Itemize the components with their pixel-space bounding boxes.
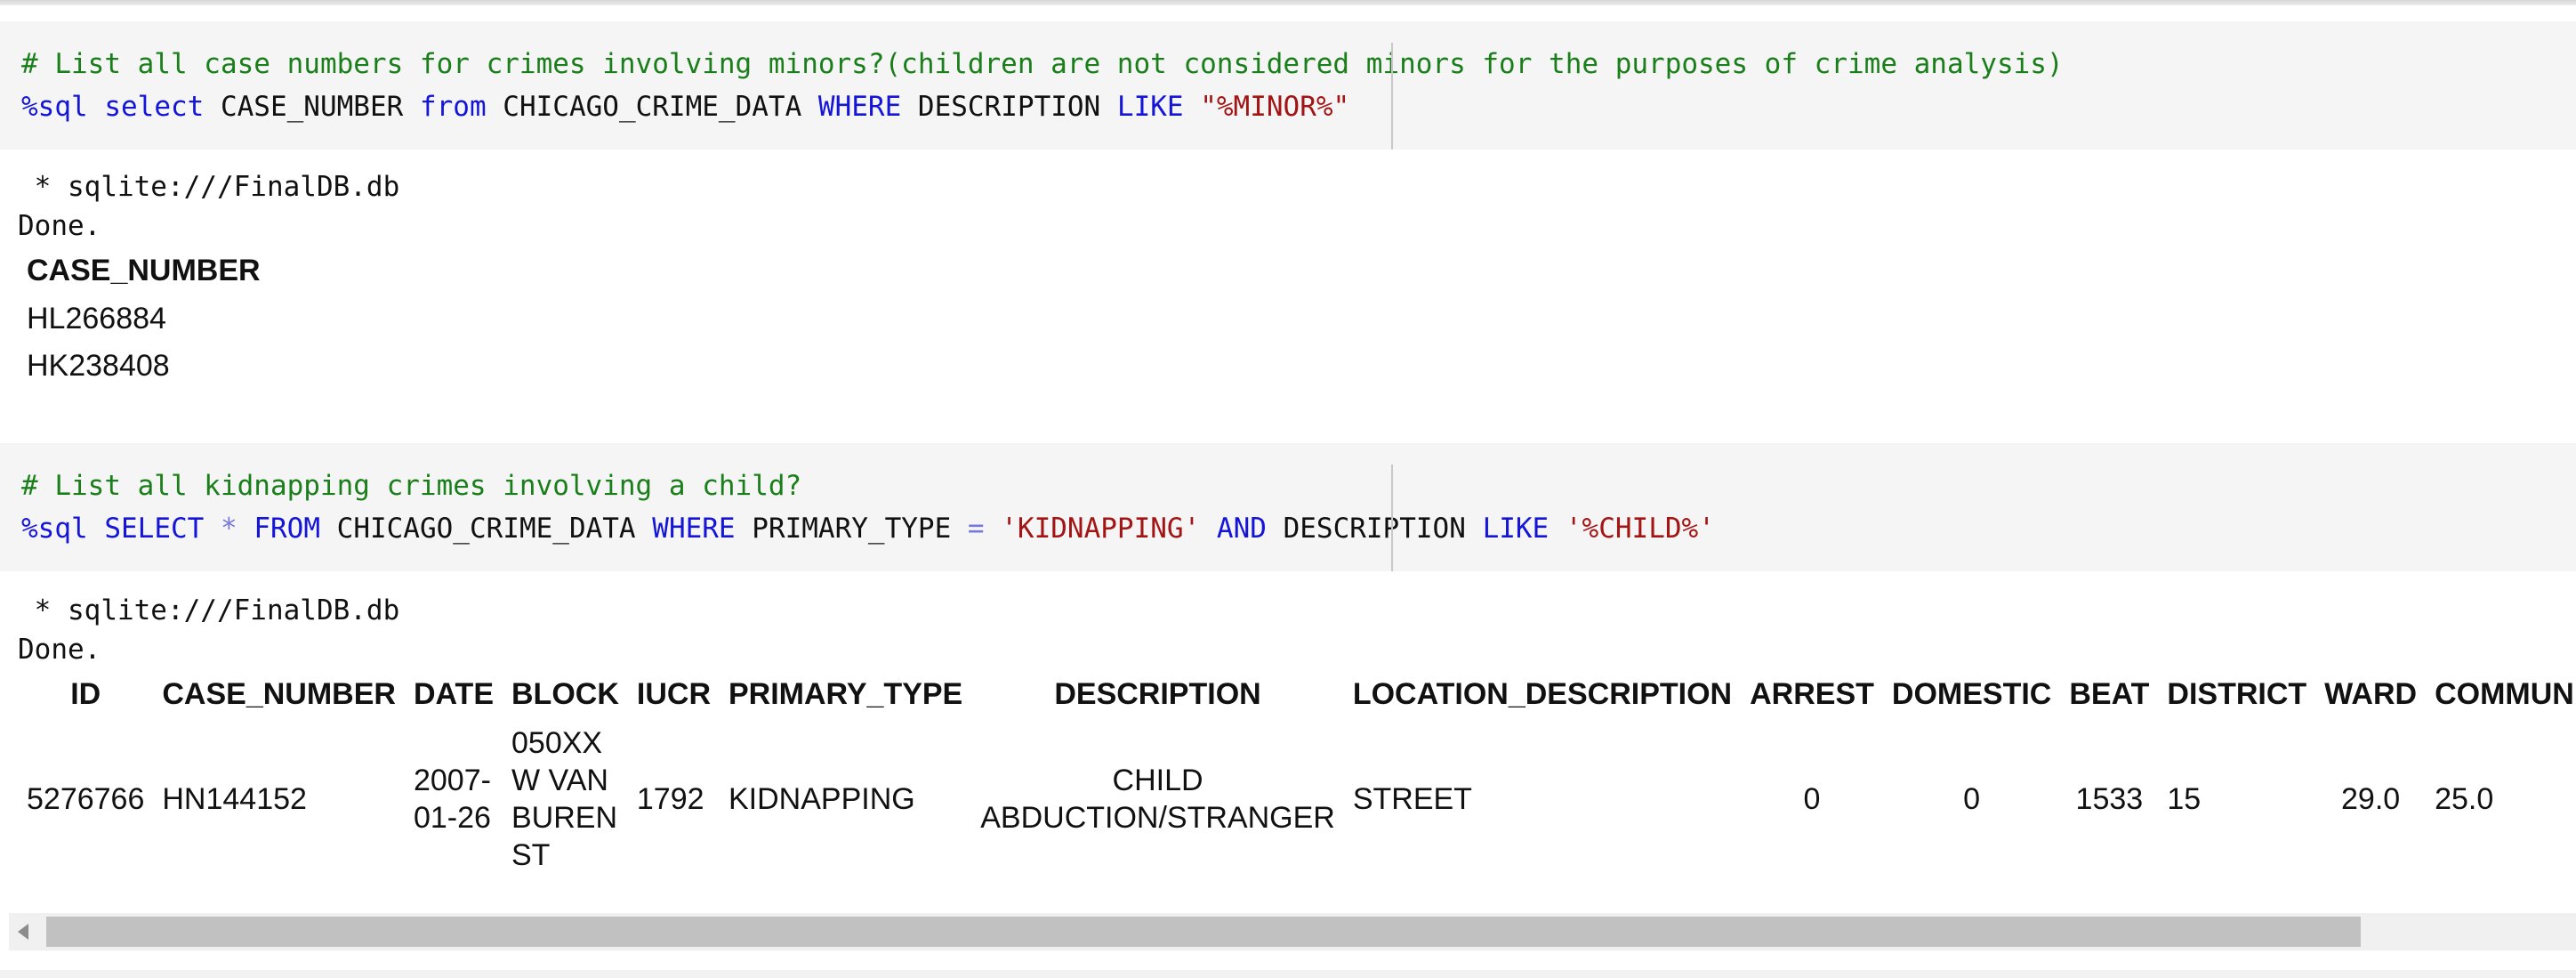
sql-keyword-select: select (104, 91, 205, 123)
column-header: IUCR (636, 676, 711, 711)
column-header: DISTRICT (2167, 676, 2307, 711)
sql-column: CASE_NUMBER (220, 91, 404, 123)
table-cell: KIDNAPPING (729, 782, 915, 816)
column-header: DOMESTIC (1891, 676, 2052, 711)
table-cell: 1533 (2075, 782, 2144, 816)
column-header: COMMUNITY_ (2435, 676, 2576, 711)
table-cell: HK238408 (27, 349, 170, 383)
triangle-left-icon[interactable] (18, 924, 28, 940)
sql-magic: %sql (21, 91, 88, 123)
sql-table: CHICAGO_CRIME_DATA (503, 91, 802, 123)
table-header-row: ID CASE_NUMBER DATE BLOCK IUCR PRIMARY_T… (18, 669, 2576, 719)
notebook-bottom-border (0, 970, 2576, 978)
table-cell: 050XX W VAN BUREN ST (511, 726, 618, 872)
sql-table: CHICAGO_CRIME_DATA (336, 513, 636, 545)
sql-keyword-where: WHERE (652, 513, 736, 545)
sql-field: PRIMARY_TYPE (752, 513, 952, 545)
notebook-top-border (0, 0, 2576, 5)
sql-keyword-from: from (419, 91, 487, 123)
table-row: HK238408 (18, 343, 270, 390)
column-header: DESCRIPTION (1054, 676, 1261, 711)
code-sql-line: %sql SELECT * FROM CHICAGO_CRIME_DATA WH… (21, 507, 1715, 550)
editor-cursor-column (1391, 465, 1393, 571)
sql-comment: # List all case numbers for crimes invol… (21, 48, 2064, 80)
output-connection-1: * sqlite:///FinalDB.db (18, 171, 400, 203)
column-header: WARD (2324, 676, 2418, 711)
sql-star: * (220, 513, 237, 545)
table-cell: 29.0 (2341, 782, 2401, 816)
output-status-2: Done. (18, 634, 101, 666)
result-table-1: CASE_NUMBER HL266884 HK238408 (18, 246, 270, 390)
output-connection-2: * sqlite:///FinalDB.db (18, 594, 400, 626)
column-header: ID (70, 676, 101, 711)
table-cell: 5276766 (27, 782, 145, 816)
horizontal-scrollbar[interactable] (9, 913, 2576, 950)
sql-keyword-like: LIKE (1116, 91, 1184, 123)
table-cell: 25.0 (2435, 782, 2494, 816)
column-header: LOCATION_DESCRIPTION (1352, 676, 1733, 711)
table-row: 5276766 HN144152 2007-01-26 050XX W VAN … (18, 719, 2576, 879)
column-header: BLOCK (511, 676, 619, 711)
sql-keyword-where: WHERE (817, 91, 902, 123)
sql-field: DESCRIPTION (917, 91, 1101, 123)
table-row: HL266884 (18, 295, 270, 343)
output-status-1: Done. (18, 210, 101, 242)
column-header: PRIMARY_TYPE (729, 676, 963, 711)
table-cell: 15 (2167, 782, 2202, 816)
sql-comment: # List all kidnapping crimes involving a… (21, 470, 802, 502)
table-cell: HN144152 (162, 782, 307, 816)
code-comment-line: # List all case numbers for crimes invol… (21, 43, 2064, 85)
table-cell: 1792 (636, 782, 704, 816)
sql-keyword-from: FROM (254, 513, 320, 545)
table-header-row: CASE_NUMBER (18, 246, 270, 295)
table-cell: 0 (1803, 782, 1821, 816)
column-header: CASE_NUMBER (27, 253, 261, 287)
sql-magic: %sql (21, 513, 88, 545)
sql-pattern: "%MINOR%" (1200, 91, 1350, 123)
table-cell: HL266884 (27, 302, 166, 335)
table-cell: CHILD ABDUCTION/STRANGER (980, 764, 1335, 835)
sql-operator: = (967, 513, 985, 545)
sql-pattern: '%CHILD%' (1565, 513, 1715, 545)
editor-cursor-column (1391, 43, 1393, 150)
table-cell: 2007-01-26 (413, 764, 491, 835)
result-table-2: ID CASE_NUMBER DATE BLOCK IUCR PRIMARY_T… (18, 669, 2576, 879)
table-cell: 0 (1963, 782, 1981, 816)
scrollbar-thumb[interactable] (46, 917, 2361, 947)
code-comment-line: # List all kidnapping crimes involving a… (21, 465, 801, 507)
code-sql-line: %sql select CASE_NUMBER from CHICAGO_CRI… (21, 85, 1349, 128)
code-cell-1[interactable]: # List all case numbers for crimes invol… (0, 21, 2576, 150)
sql-field: DESCRIPTION (1283, 513, 1466, 545)
column-header: BEAT (2069, 676, 2150, 711)
sql-keyword-select: SELECT (104, 513, 205, 545)
sql-value: 'KIDNAPPING' (1001, 513, 1201, 545)
sql-keyword-like: LIKE (1482, 513, 1550, 545)
column-header: ARREST (1750, 676, 1874, 711)
code-cell-2[interactable]: # List all kidnapping crimes involving a… (0, 443, 2576, 571)
column-header: CASE_NUMBER (162, 676, 396, 711)
sql-keyword-and: AND (1216, 513, 1267, 545)
table-cell: STREET (1352, 782, 1472, 816)
column-header: DATE (413, 676, 494, 711)
